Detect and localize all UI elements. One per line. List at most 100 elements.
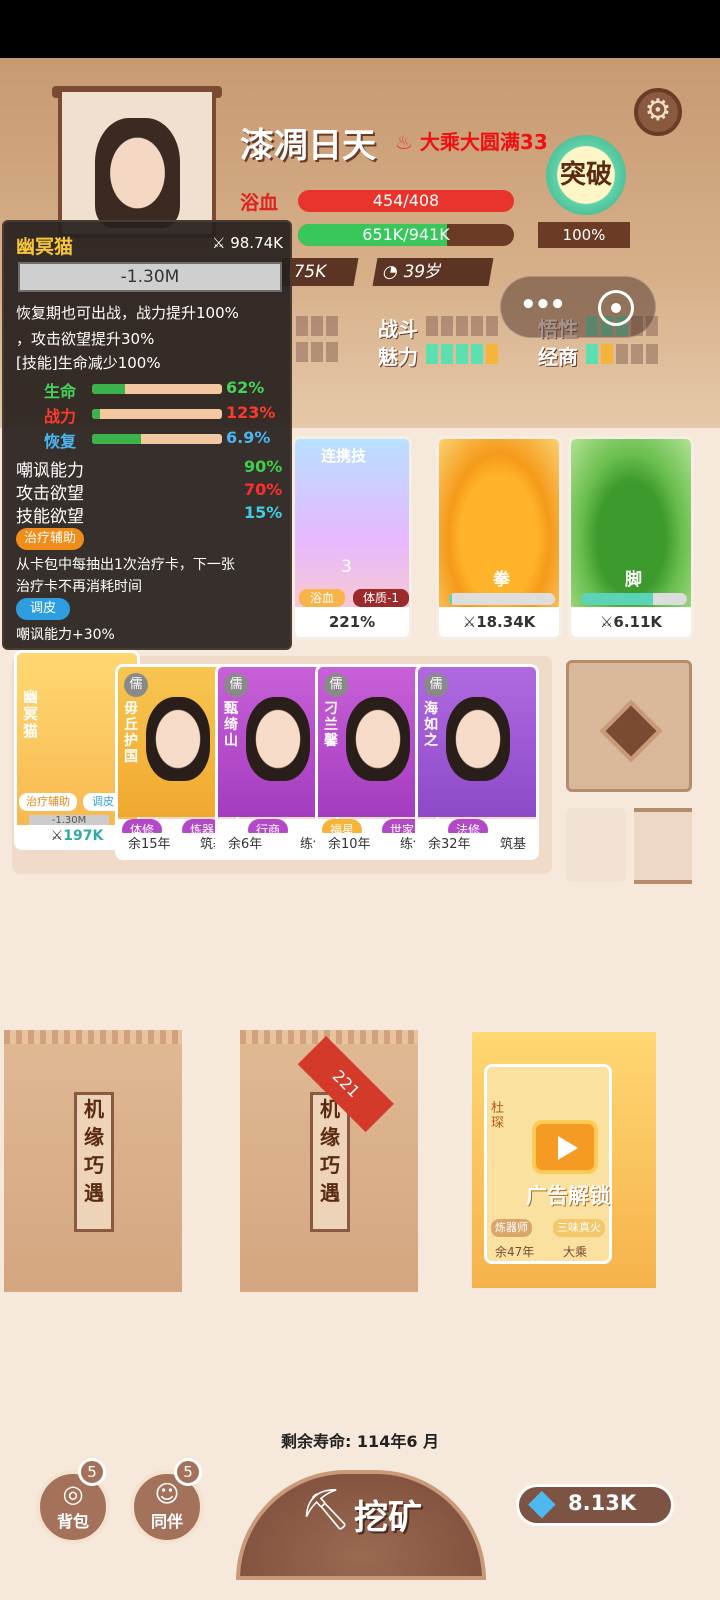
avatar xyxy=(246,697,310,781)
exp-bar: 651K/941K xyxy=(298,224,514,246)
ad-card-tag-1: 炼器师 xyxy=(491,1219,532,1237)
pickaxe-icon: ⛏ xyxy=(300,1487,351,1533)
status-bar xyxy=(0,0,720,58)
age-text: 39岁 xyxy=(401,262,444,282)
gem-icon: ◆ xyxy=(528,1482,556,1523)
card-pack-1[interactable]: 机缘巧遇 xyxy=(4,1030,182,1292)
partner-badge: 5 xyxy=(174,1458,202,1486)
attr-business-label: 经商 xyxy=(538,345,578,369)
companion-card-3[interactable]: 儒 海如之 法修 余32年 筑基 xyxy=(415,664,539,860)
sect-icon: 儒 xyxy=(324,673,348,697)
companion-years: 余6年 xyxy=(228,837,263,852)
mine-label: 挖矿 xyxy=(354,1498,422,1538)
hp-bar: 454/408 xyxy=(298,190,514,212)
attr-charm-bar xyxy=(426,344,498,364)
trait-taunt-label: 嘲讽能力 xyxy=(16,461,84,481)
sect-icon: 儒 xyxy=(424,673,448,697)
avatar xyxy=(446,697,510,781)
pet-power-text: 98.74K xyxy=(230,234,283,252)
ad-card-years: 余47年 xyxy=(495,1245,535,1259)
pet-detail-panel: 幽冥猫 ⚔ 98.74K -1.30M 恢复期也可出战，战力提升100% ，攻击… xyxy=(2,220,292,650)
currency-value: 8.13K xyxy=(568,1491,637,1515)
ad-card-tag-2: 三味真火 xyxy=(553,1219,605,1237)
combo-tag-2: 体质-1 xyxy=(353,589,409,607)
kick-power-text: 6.11K xyxy=(613,613,663,631)
pet-power: ⚔ 98.74K xyxy=(212,234,283,252)
play-icon[interactable] xyxy=(532,1120,598,1174)
stat-recover-value: 6.9% xyxy=(226,428,271,447)
avatar xyxy=(146,697,210,781)
combo-skill-card[interactable]: 连携技 3 浴血 体质-1 221% xyxy=(292,436,412,640)
ad-unlock-label[interactable]: 广告解锁 xyxy=(508,1180,628,1210)
sect-icon: 儒 xyxy=(224,673,248,697)
tag-heal-desc-1: 从卡包中每抽出1次治疗卡，下一张 xyxy=(16,557,235,573)
more-icon[interactable]: ••• xyxy=(520,290,566,320)
attr-fight-bar xyxy=(426,316,498,336)
age-tag: ◔ 39岁 xyxy=(372,258,494,286)
shrine-building[interactable] xyxy=(566,660,692,792)
companion-name: 甄绮山 xyxy=(224,701,238,749)
fist-power-text: 18.34K xyxy=(476,613,536,631)
companion-years: 余10年 xyxy=(328,837,371,852)
attr-business-bar xyxy=(586,344,658,364)
breakthrough-progress: 100% xyxy=(538,222,630,248)
ad-card-stage: 大乘 xyxy=(563,1245,588,1259)
bowl-icon[interactable] xyxy=(566,808,626,882)
pack-title: 机缘巧遇 xyxy=(310,1092,350,1232)
bag-label: 背包 xyxy=(56,1512,89,1531)
pet-card-name: 幽冥猫 xyxy=(23,688,39,740)
avatar xyxy=(95,118,180,228)
realm-text: 大乘大圆满33 xyxy=(419,130,548,154)
kick-card[interactable]: 脚 ⚔6.11K xyxy=(568,436,694,640)
stat-life-bar xyxy=(92,384,222,394)
stat-recover-bar xyxy=(92,434,222,444)
fist-power: ⚔18.34K xyxy=(439,607,559,637)
companion-stage: 筑基 xyxy=(499,837,526,852)
trait-skill-label: 技能欲望 xyxy=(16,507,84,527)
stat-power-bar xyxy=(92,409,222,419)
tag-heal-support: 治疗辅助 xyxy=(16,528,85,550)
swords-icon: ⚔ xyxy=(212,234,231,252)
attr-charm-label: 魅力 xyxy=(378,345,418,369)
fist-label: 拳 xyxy=(493,570,510,590)
player-name: 漆凋日天 xyxy=(240,126,376,166)
trait-attack-value: 70% xyxy=(244,480,283,499)
combo-num: 3 xyxy=(341,557,352,577)
bag-badge: 5 xyxy=(78,1458,106,1486)
stat-power-label: 战力 xyxy=(44,407,77,426)
pet-desc-2: ，攻击欲望提升30% xyxy=(16,330,155,348)
stat-power-value: 123% xyxy=(226,403,276,422)
trait-taunt-value: 90% xyxy=(244,457,283,476)
gear-icon[interactable]: ⚙ xyxy=(634,88,682,136)
fist-bar xyxy=(449,593,555,605)
partner-label: 同伴 xyxy=(150,1512,183,1531)
scroll-icon[interactable] xyxy=(634,808,692,884)
tag-naughty: 调皮 xyxy=(16,598,71,620)
realm-icon: ♨ xyxy=(395,130,413,154)
coin-icon xyxy=(599,699,663,763)
sect-icon: 儒 xyxy=(124,673,148,697)
ad-card-name: 杜琛 xyxy=(491,1101,505,1131)
swords-icon: ⚔ xyxy=(50,828,64,844)
pet-card-power-text: 197K xyxy=(63,828,104,844)
swords-icon: ⚔ xyxy=(599,613,614,631)
kick-bar xyxy=(581,593,687,605)
kick-label: 脚 xyxy=(625,570,642,590)
pet-card-tag-1: 治疗辅助 xyxy=(19,793,77,811)
stat-recover-label: 恢复 xyxy=(44,432,77,451)
remaining-lifespan: 剩余寿命: 114年6 月 xyxy=(280,1432,440,1451)
breakthrough-button[interactable]: 突破 xyxy=(546,135,626,215)
close-target-icon[interactable] xyxy=(598,290,634,326)
avatar xyxy=(346,697,410,781)
kick-power: ⚔6.11K xyxy=(571,607,691,637)
companion-years: 余15年 xyxy=(128,837,171,852)
realm-label: ♨ 大乘大圆满33 xyxy=(395,126,548,155)
tag-naughty-desc: 嘲讽能力+30% xyxy=(16,627,115,643)
hp-label: 浴血 xyxy=(240,192,279,214)
companion-name: 刁兰馨 xyxy=(324,701,338,749)
combo-tag-1: 浴血 xyxy=(299,589,345,607)
companion-name: 毋丘护国 xyxy=(124,701,138,765)
swords-icon: ⚔ xyxy=(462,613,477,631)
fist-card[interactable]: 拳 ⚔18.34K xyxy=(436,436,562,640)
combo-power: 221% xyxy=(295,607,409,637)
